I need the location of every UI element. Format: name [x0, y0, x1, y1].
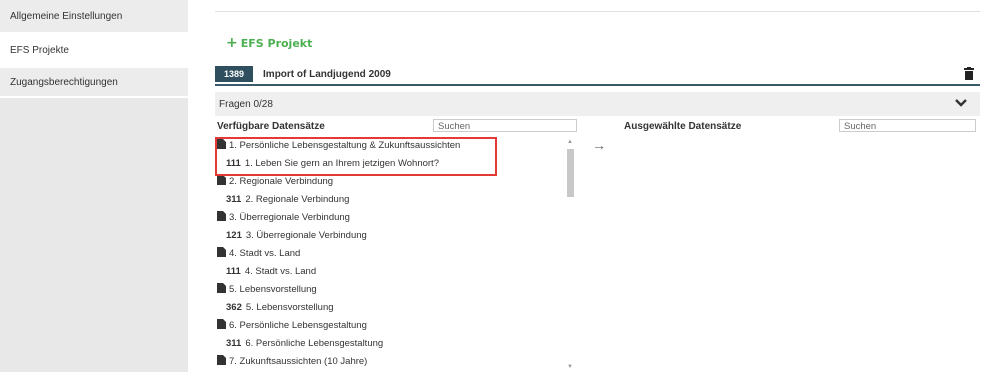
selected-datasets-header: Ausgewählte Datensätze [624, 121, 742, 132]
category-label: 3. Überregionale Verbindung [229, 212, 350, 223]
divider [215, 11, 980, 12]
category-label: 7. Zukunftsaussichten (10 Jahre) [229, 356, 368, 367]
question-row[interactable]: 111 4. Stadt vs. Land [215, 263, 577, 281]
question-label: 6. Persönliche Lebensgestaltung [245, 338, 384, 349]
document-icon [217, 211, 226, 221]
question-row[interactable]: 121 3. Überregionale Verbindung [215, 227, 577, 245]
question-label: 2. Regionale Verbindung [245, 194, 350, 205]
document-icon [217, 247, 226, 257]
sidebar-item-efs-projekte[interactable]: EFS Projekte [0, 34, 188, 68]
project-header: 1389 Import of Landjugend 2009 [215, 64, 980, 86]
arrow-right-icon[interactable]: → [592, 137, 606, 153]
project-id-badge: 1389 [215, 66, 254, 82]
category-label: 4. Stadt vs. Land [229, 248, 301, 259]
scroll-down-arrow-icon[interactable]: ▼ [567, 364, 573, 370]
list-scrollbar[interactable]: ▲ ▼ [566, 137, 575, 372]
category-row[interactable]: 4. Stadt vs. Land [215, 245, 577, 263]
add-efs-project-button[interactable]: + EFS Projekt [226, 35, 312, 51]
project-name: Import of Landjugend 2009 [263, 68, 391, 80]
document-icon [217, 319, 226, 329]
question-id: 362 [226, 302, 242, 313]
question-label: 1. Leben Sie gern an Ihrem jetzigen Wohn… [244, 158, 439, 169]
document-icon [217, 175, 226, 185]
question-row[interactable]: 311 2. Regionale Verbindung [215, 191, 577, 209]
document-icon [217, 355, 226, 365]
selected-search-input[interactable]: Suchen [839, 119, 976, 132]
category-row[interactable]: 7. Zukunftsaussichten (10 Jahre) [215, 353, 577, 371]
available-search-input[interactable]: Suchen [433, 119, 577, 132]
trash-icon[interactable] [964, 67, 974, 80]
question-id: 311 [226, 194, 242, 205]
fragen-section-header[interactable]: Fragen 0/28 [215, 92, 980, 116]
scroll-up-arrow-icon[interactable]: ▲ [567, 139, 573, 145]
add-efs-project-label: EFS Projekt [240, 37, 313, 50]
category-row[interactable]: 5. Lebensvorstellung [215, 281, 577, 299]
sidebar: Allgemeine Einstellungen EFS Projekte Zu… [0, 0, 188, 372]
category-label: 2. Regionale Verbindung [229, 176, 334, 187]
question-row[interactable]: 362 5. Lebensvorstellung [215, 299, 577, 317]
chevron-down-icon[interactable] [954, 98, 968, 108]
sidebar-item-allgemeine-einstellungen[interactable]: Allgemeine Einstellungen [0, 0, 188, 34]
question-id: 121 [226, 230, 242, 241]
plus-icon: + [226, 35, 238, 51]
question-label: 3. Überregionale Verbindung [245, 230, 367, 241]
sidebar-item-zugangsberechtigungen[interactable]: Zugangsberechtigungen [0, 68, 188, 98]
question-row[interactable]: 111 1. Leben Sie gern an Ihrem jetzigen W… [215, 155, 577, 173]
question-label: 5. Lebensvorstellung [245, 302, 334, 313]
available-datasets-header: Verfügbare Datensätze [217, 121, 325, 132]
category-label: 1. Persönliche Lebensgestaltung & Zukunf… [229, 140, 461, 151]
category-row[interactable]: 1. Persönliche Lebensgestaltung & Zukunf… [215, 137, 577, 155]
available-datasets-list: 1. Persönliche Lebensgestaltung & Zukunf… [215, 137, 577, 372]
category-label: 5. Lebensvorstellung [229, 284, 317, 295]
fragen-count-label: Fragen 0/28 [219, 98, 273, 110]
question-id: 111 [226, 266, 241, 277]
scroll-thumb[interactable] [567, 149, 574, 197]
question-id: 111 [226, 158, 241, 169]
category-label: 6. Persönliche Lebensgestaltung [229, 320, 367, 331]
category-row[interactable]: 6. Persönliche Lebensgestaltung [215, 317, 577, 335]
document-icon [217, 139, 226, 149]
category-row[interactable]: 3. Überregionale Verbindung [215, 209, 577, 227]
main-content: + EFS Projekt 1389 Import of Landjugend 2… [188, 0, 992, 372]
question-id: 311 [226, 338, 242, 349]
document-icon [217, 283, 226, 293]
question-row[interactable]: 311 6. Persönliche Lebensgestaltung [215, 335, 577, 353]
question-label: 4. Stadt vs. Land [244, 266, 317, 277]
category-row[interactable]: 2. Regionale Verbindung [215, 173, 577, 191]
